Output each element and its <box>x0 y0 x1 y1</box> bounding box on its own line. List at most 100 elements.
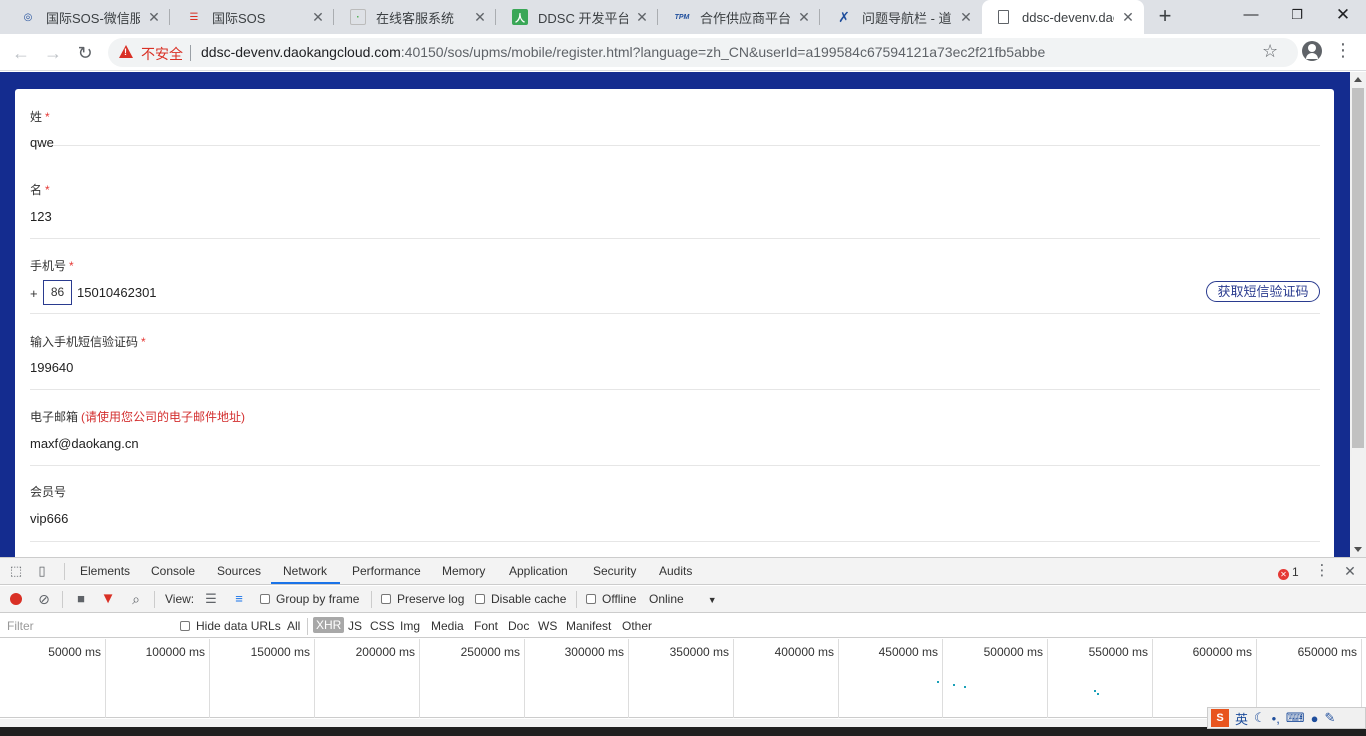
email-hint: (请使用您公司的电子邮件地址) <box>81 410 246 424</box>
close-icon[interactable]: ✕ <box>958 9 974 26</box>
filter-type-doc[interactable]: Doc <box>508 619 529 633</box>
page-scrollbar[interactable] <box>1350 72 1366 557</box>
scroll-down-icon[interactable] <box>1354 547 1362 552</box>
phone-input[interactable]: 15010462301 <box>77 285 157 300</box>
browser-tab-active[interactable]: ddsc-devenv.dao ✕ <box>982 0 1144 34</box>
ime-mode[interactable]: 英 <box>1235 709 1248 728</box>
sms-code-input[interactable]: 199640 <box>30 360 73 375</box>
search-icon[interactable]: ⌕ <box>128 591 144 607</box>
filter-type-ws[interactable]: WS <box>538 619 557 633</box>
close-icon[interactable]: ✕ <box>1120 9 1136 26</box>
timeline-label: 400000 ms <box>774 645 834 659</box>
throttle-select[interactable]: Online ▼ <box>649 592 717 606</box>
last-name-label-text: 姓 <box>30 110 43 124</box>
member-no-input[interactable]: vip666 <box>30 511 68 526</box>
new-tab-button[interactable]: + <box>1152 4 1178 30</box>
devtools-close-icon[interactable]: ✕ <box>1342 563 1358 579</box>
close-icon[interactable]: ✕ <box>146 9 162 26</box>
close-icon[interactable]: ✕ <box>310 9 326 26</box>
tab-elements[interactable]: Elements <box>80 564 130 578</box>
filter-type-css[interactable]: CSS <box>370 619 395 633</box>
required-mark: * <box>45 110 50 124</box>
user-icon[interactable]: ● <box>1311 711 1319 726</box>
close-icon[interactable]: ✕ <box>634 9 650 26</box>
hide-data-urls-checkbox[interactable]: Hide data URLs <box>180 619 281 633</box>
tab-sources[interactable]: Sources <box>217 564 261 578</box>
profile-icon[interactable] <box>1302 41 1322 61</box>
last-name-input[interactable]: qwe <box>30 135 54 150</box>
browser-tab[interactable]: ☰ 国际SOS ✕ <box>170 0 334 34</box>
filter-type-js[interactable]: JS <box>348 619 362 633</box>
group-by-frame-checkbox[interactable]: Group by frame <box>260 592 359 606</box>
close-icon[interactable]: ✕ <box>796 9 812 26</box>
first-name-input[interactable]: 123 <box>30 209 52 224</box>
filter-type-other[interactable]: Other <box>622 619 652 633</box>
checkbox-icon <box>381 594 391 604</box>
offline-checkbox[interactable]: Offline <box>586 592 636 606</box>
address-bar[interactable]: 不安全 ddsc-devenv.daokangcloud.com:40150/s… <box>108 38 1298 67</box>
filter-type-media[interactable]: Media <box>431 619 464 633</box>
punctuation-icon[interactable]: •, <box>1272 711 1280 726</box>
warning-icon[interactable] <box>119 45 133 58</box>
security-label[interactable]: 不安全 <box>141 44 183 64</box>
member-no-label-text: 会员号 <box>30 485 67 499</box>
close-icon[interactable]: ✕ <box>472 9 488 26</box>
timeline-label: 300000 ms <box>564 645 624 659</box>
first-name-label-text: 名 <box>30 183 43 197</box>
moon-icon[interactable]: ☾ <box>1254 710 1266 726</box>
device-toolbar-icon[interactable]: ▯ <box>34 563 50 579</box>
omnibox-separator <box>190 45 191 61</box>
filter-type-xhr[interactable]: XHR <box>313 617 345 633</box>
filter-icon[interactable]: ▼ <box>100 591 116 607</box>
waterfall-view-icon[interactable]: ≡ <box>231 591 247 607</box>
browser-tab[interactable]: ✗ 问题导航栏 - 道康 ✕ <box>820 0 982 34</box>
get-sms-code-button[interactable]: 获取短信验证码 <box>1206 281 1320 302</box>
filter-type-font[interactable]: Font <box>474 619 498 633</box>
browser-tab[interactable]: 人 DDSC 开发平台 ✕ <box>496 0 658 34</box>
filter-type-all[interactable]: All <box>287 619 300 633</box>
back-icon[interactable]: ← <box>8 40 34 66</box>
keyboard-icon[interactable]: ⌨ <box>1286 710 1305 726</box>
disable-cache-checkbox[interactable]: Disable cache <box>475 592 566 606</box>
inspect-icon[interactable]: ⬚ <box>8 563 24 579</box>
minimize-button[interactable]: — <box>1228 0 1274 32</box>
tab-title: DDSC 开发平台 <box>538 10 628 26</box>
url-text[interactable]: ddsc-devenv.daokangcloud.com:40150/sos/u… <box>201 44 1045 60</box>
phone-field: 手机号 * + 86 15010462301 获取短信验证码 <box>30 239 1320 314</box>
required-mark: * <box>141 335 146 349</box>
tab-audits[interactable]: Audits <box>659 564 692 578</box>
ime-toolbar[interactable]: S 英 ☾ •, ⌨ ● ✎ <box>1207 707 1366 729</box>
scroll-up-icon[interactable] <box>1354 77 1362 82</box>
network-overview-timeline[interactable]: 50000 ms 100000 ms 150000 ms 200000 ms 25000… <box>0 639 1362 718</box>
browser-tab[interactable]: TPM 合作供应商平台-意 ✕ <box>658 0 820 34</box>
error-counter[interactable]: ✕ 1 <box>1278 565 1299 580</box>
record-icon[interactable] <box>10 593 22 605</box>
settings-icon[interactable]: ✎ <box>1324 710 1335 726</box>
clear-icon[interactable]: ⊘ <box>36 591 52 607</box>
tab-console[interactable]: Console <box>151 564 195 578</box>
email-input[interactable]: maxf@daokang.cn <box>30 436 139 451</box>
checkbox-icon <box>586 594 596 604</box>
tab-network[interactable]: Network <box>283 564 327 578</box>
browser-tab[interactable]: ◎ 国际SOS-微信服务 ✕ <box>4 0 170 34</box>
tab-memory[interactable]: Memory <box>442 564 485 578</box>
reload-icon[interactable]: ↻ <box>72 40 98 66</box>
list-view-icon[interactable]: ☰ <box>203 591 219 607</box>
bookmark-star-icon[interactable]: ☆ <box>1262 41 1278 62</box>
close-window-button[interactable]: ✕ <box>1320 0 1366 32</box>
more-menu-icon[interactable]: ⋮ <box>1333 40 1353 62</box>
scroll-thumb[interactable] <box>1352 88 1364 448</box>
forward-icon[interactable]: → <box>40 40 66 66</box>
country-code-input[interactable]: 86 <box>43 280 72 305</box>
tab-performance[interactable]: Performance <box>352 564 421 578</box>
devtools-menu-icon[interactable]: ⋮ <box>1314 563 1330 579</box>
filter-input[interactable]: Filter <box>2 616 167 636</box>
filter-type-manifest[interactable]: Manifest <box>566 619 611 633</box>
filter-type-img[interactable]: Img <box>400 619 420 633</box>
browser-tab[interactable]: · 在线客服系统 ✕ <box>334 0 496 34</box>
preserve-log-checkbox[interactable]: Preserve log <box>381 592 464 606</box>
tab-application[interactable]: Application <box>509 564 568 578</box>
screenshot-icon[interactable]: ■ <box>73 591 89 607</box>
restore-button[interactable]: ❐ <box>1274 0 1320 32</box>
tab-security[interactable]: Security <box>593 564 636 578</box>
